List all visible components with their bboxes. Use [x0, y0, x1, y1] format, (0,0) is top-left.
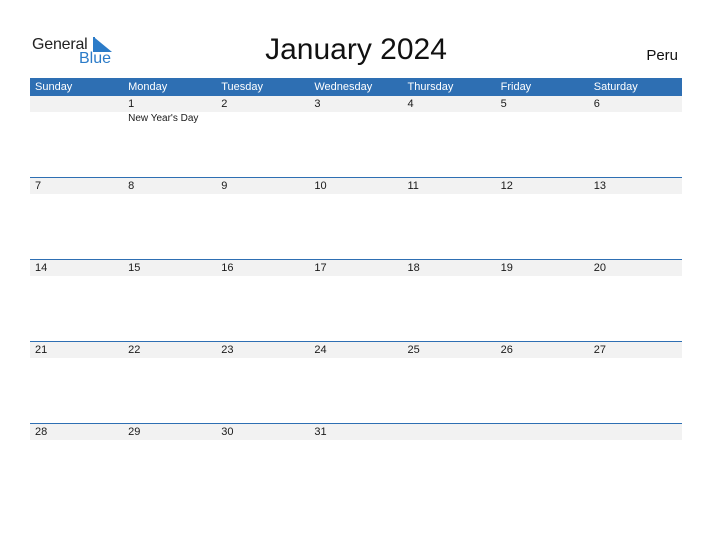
- day-number: 26: [500, 344, 513, 356]
- calendar: Sunday Monday Tuesday Wednesday Thursday…: [30, 78, 682, 505]
- day-event: [309, 112, 402, 126]
- day-event: [496, 112, 589, 126]
- week-row: 14 15 16 17 18 19 20: [30, 259, 682, 341]
- day-event: [216, 112, 309, 126]
- day-number: 29: [128, 426, 141, 438]
- day-number: 12: [500, 180, 513, 192]
- weekday-header: Sunday Monday Tuesday Wednesday Thursday…: [30, 78, 682, 96]
- day-number: 31: [314, 426, 327, 438]
- day-number: 4: [407, 98, 414, 110]
- week-row: 7 8 9 10 11 12 13: [30, 177, 682, 259]
- day-number: 18: [407, 262, 420, 274]
- day-number-row: 7 8 9 10 11 12 13: [30, 178, 682, 194]
- weekday-friday: Friday: [500, 81, 532, 93]
- day-number: 6: [593, 98, 600, 110]
- day-number: 3: [314, 98, 321, 110]
- day-number: 27: [593, 344, 606, 356]
- day-number: [589, 424, 682, 440]
- day-number: 7: [35, 180, 42, 192]
- weekday-wednesday: Wednesday: [314, 81, 373, 93]
- day-number: 15: [128, 262, 141, 274]
- weekday-tuesday: Tuesday: [221, 81, 264, 93]
- day-number: 10: [314, 180, 327, 192]
- day-number-row: 21 22 23 24 25 26 27: [30, 342, 682, 358]
- day-event: [589, 112, 682, 126]
- day-number: 17: [314, 262, 327, 274]
- weekday-sunday: Sunday: [35, 81, 73, 93]
- week-row: 1 2 3 4 5 6 New Year's Day: [30, 96, 682, 177]
- day-number: [496, 424, 589, 440]
- event-row: New Year's Day: [30, 112, 682, 126]
- day-number-row: 14 15 16 17 18 19 20: [30, 260, 682, 276]
- day-number: 24: [314, 344, 327, 356]
- day-number: 2: [221, 98, 228, 110]
- day-number: 16: [221, 262, 234, 274]
- day-number: [403, 424, 496, 440]
- day-event: [30, 112, 123, 126]
- day-number: 21: [35, 344, 48, 356]
- day-number: 19: [500, 262, 513, 274]
- day-number: 11: [407, 180, 419, 192]
- day-number: 20: [593, 262, 606, 274]
- day-number-row: 28 29 30 31: [30, 424, 682, 440]
- day-number: 8: [128, 180, 135, 192]
- day-number: 14: [35, 262, 48, 274]
- day-number: 13: [593, 180, 606, 192]
- country-label: Peru: [646, 47, 678, 64]
- day-number: [30, 96, 123, 112]
- week-row: 28 29 30 31: [30, 423, 682, 505]
- day-number: 25: [407, 344, 420, 356]
- page-title: January 2024: [265, 33, 447, 66]
- day-event: [403, 112, 496, 126]
- weekday-thursday: Thursday: [407, 81, 454, 93]
- week-row: 21 22 23 24 25 26 27: [30, 341, 682, 423]
- day-number: 5: [500, 98, 507, 110]
- weekday-saturday: Saturday: [593, 81, 638, 93]
- day-number: 23: [221, 344, 234, 356]
- day-number: 30: [221, 426, 234, 438]
- day-number: 9: [221, 180, 228, 192]
- day-number: 22: [128, 344, 141, 356]
- day-number: 1: [128, 98, 135, 110]
- weekday-monday: Monday: [128, 81, 168, 93]
- day-number-row: 1 2 3 4 5 6: [30, 96, 682, 112]
- day-number: 28: [35, 426, 48, 438]
- day-event: New Year's Day: [128, 113, 199, 124]
